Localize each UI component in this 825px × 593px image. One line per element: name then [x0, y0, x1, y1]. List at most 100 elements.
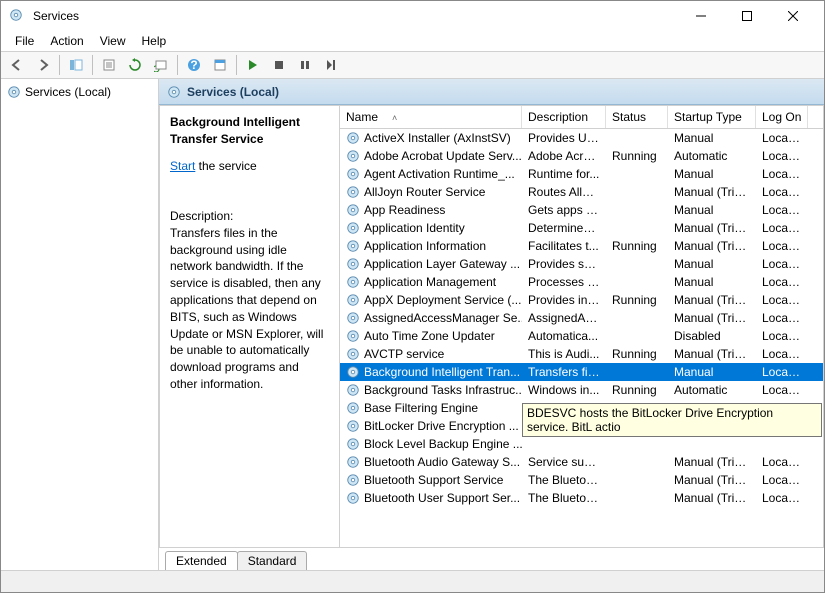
gear-icon: [346, 491, 360, 505]
services-list[interactable]: Name˄DescriptionStatusStartup TypeLog On…: [340, 106, 823, 547]
export-list-button[interactable]: [97, 53, 121, 77]
service-logon: Local Se: [756, 220, 808, 236]
service-startup: Disabled: [668, 328, 756, 344]
service-row[interactable]: AppX Deployment Service (...Provides inf…: [340, 291, 823, 309]
tab-extended[interactable]: Extended: [165, 551, 238, 570]
service-description: This is Audi...: [522, 346, 606, 362]
toolbar-separator: [236, 55, 237, 75]
description-label: Description:: [170, 208, 329, 225]
gear-icon: [346, 221, 360, 235]
menubar: File Action View Help: [1, 31, 824, 51]
gear-icon: [346, 473, 360, 487]
help-button[interactable]: ?: [182, 53, 206, 77]
service-startup: Manual (Trig...: [668, 220, 756, 236]
column-header-startup[interactable]: Startup Type: [668, 106, 756, 128]
service-startup: Manual: [668, 274, 756, 290]
titlebar[interactable]: Services: [1, 1, 824, 31]
restart-service-button[interactable]: [319, 53, 343, 77]
stop-service-button[interactable]: [267, 53, 291, 77]
forward-button[interactable]: [31, 53, 55, 77]
start-link[interactable]: Start: [170, 159, 195, 173]
service-description: Facilitates t...: [522, 238, 606, 254]
service-logon: Local Sy: [756, 382, 808, 398]
detail-pane: Background Intelligent Transfer Service …: [160, 106, 340, 547]
svg-text:?: ?: [190, 58, 197, 72]
service-row[interactable]: Auto Time Zone UpdaterAutomatica...Disab…: [340, 327, 823, 345]
service-row[interactable]: BitLocker Drive Encryption ...: [340, 417, 823, 435]
service-logon: Local Se: [756, 400, 808, 416]
service-row[interactable]: Application InformationFacilitates t...R…: [340, 237, 823, 255]
menu-view[interactable]: View: [92, 32, 134, 50]
menu-help[interactable]: Help: [134, 32, 175, 50]
service-row[interactable]: Application ManagementProcesses in...Man…: [340, 273, 823, 291]
service-status: [606, 443, 668, 445]
service-row[interactable]: Background Intelligent Tran...Transfers …: [340, 363, 823, 381]
service-startup: Manual: [668, 166, 756, 182]
service-row[interactable]: AVCTP serviceThis is Audi...RunningManua…: [340, 345, 823, 363]
service-status: [606, 191, 668, 193]
service-status: [606, 461, 668, 463]
tree-root-services-local[interactable]: Services (Local): [3, 83, 156, 101]
service-row[interactable]: Adobe Acrobat Update Serv...Adobe Acro..…: [340, 147, 823, 165]
menu-action[interactable]: Action: [42, 32, 91, 50]
service-row[interactable]: Application Layer Gateway ...Provides su…: [340, 255, 823, 273]
toolbar-separator: [92, 55, 93, 75]
close-button[interactable]: [770, 1, 816, 31]
gear-icon: [346, 311, 360, 325]
service-startup: Manual: [668, 364, 756, 380]
service-name: Background Tasks Infrastruc...: [364, 383, 522, 397]
refresh-button[interactable]: [123, 53, 147, 77]
service-logon: Local Se: [756, 256, 808, 272]
service-row[interactable]: Background Tasks Infrastruc...Windows in…: [340, 381, 823, 399]
column-header-status[interactable]: Status: [606, 106, 668, 128]
service-startup: [668, 443, 756, 445]
maximize-button[interactable]: [724, 1, 770, 31]
service-startup: Automatic: [668, 148, 756, 164]
service-startup: Manual (Trig...: [668, 238, 756, 254]
tab-standard[interactable]: Standard: [237, 551, 308, 570]
service-name: AllJoyn Router Service: [364, 185, 485, 199]
service-row[interactable]: Bluetooth Support ServiceThe Bluetoo...M…: [340, 471, 823, 489]
pause-service-button[interactable]: [293, 53, 317, 77]
service-row[interactable]: AllJoyn Router ServiceRoutes AllJo...Man…: [340, 183, 823, 201]
service-startup: Manual (Trig...: [668, 490, 756, 506]
menu-file[interactable]: File: [7, 32, 42, 50]
properties-button[interactable]: [208, 53, 232, 77]
gear-icon: [346, 347, 360, 361]
toolbar-separator: [177, 55, 178, 75]
service-logon: [756, 443, 808, 445]
service-row[interactable]: Bluetooth User Support Ser...The Bluetoo…: [340, 489, 823, 507]
service-row[interactable]: AssignedAccessManager Se...AssignedAc...…: [340, 309, 823, 327]
gear-icon: [346, 329, 360, 343]
column-header-logon[interactable]: Log On: [756, 106, 808, 128]
service-row[interactable]: Block Level Backup Engine ...: [340, 435, 823, 453]
show-hide-tree-button[interactable]: [64, 53, 88, 77]
gear-icon: [346, 257, 360, 271]
service-description: Automatica...: [522, 328, 606, 344]
service-row[interactable]: Base Filtering EngineThe Base Fil...Runn…: [340, 399, 823, 417]
service-row[interactable]: Agent Activation Runtime_...Runtime for.…: [340, 165, 823, 183]
service-row[interactable]: ActiveX Installer (AxInstSV)Provides Us.…: [340, 129, 823, 147]
column-header-name[interactable]: Name˄: [340, 106, 522, 128]
service-description: [522, 443, 606, 445]
list-rows[interactable]: ActiveX Installer (AxInstSV)Provides Us.…: [340, 129, 823, 547]
service-startup: Manual: [668, 130, 756, 146]
list-header[interactable]: Name˄DescriptionStatusStartup TypeLog On: [340, 106, 823, 129]
service-logon: Local Sy: [756, 202, 808, 218]
gear-icon: [346, 275, 360, 289]
minimize-button[interactable]: [678, 1, 724, 31]
service-row[interactable]: Application IdentityDetermines ...Manual…: [340, 219, 823, 237]
service-row[interactable]: Bluetooth Audio Gateway S...Service sup.…: [340, 453, 823, 471]
refresh-all-button[interactable]: [149, 53, 173, 77]
start-service-button[interactable]: [241, 53, 265, 77]
gear-icon: [346, 401, 360, 415]
tree-pane[interactable]: Services (Local): [1, 79, 159, 570]
services-app-icon: [9, 8, 25, 24]
service-startup: Manual (Trig...: [668, 310, 756, 326]
service-row[interactable]: App ReadinessGets apps re...ManualLocal …: [340, 201, 823, 219]
service-status: Running: [606, 292, 668, 308]
column-header-description[interactable]: Description: [522, 106, 606, 128]
service-name: Base Filtering Engine: [364, 401, 478, 415]
service-logon: Local Sy: [756, 490, 808, 506]
back-button[interactable]: [5, 53, 29, 77]
